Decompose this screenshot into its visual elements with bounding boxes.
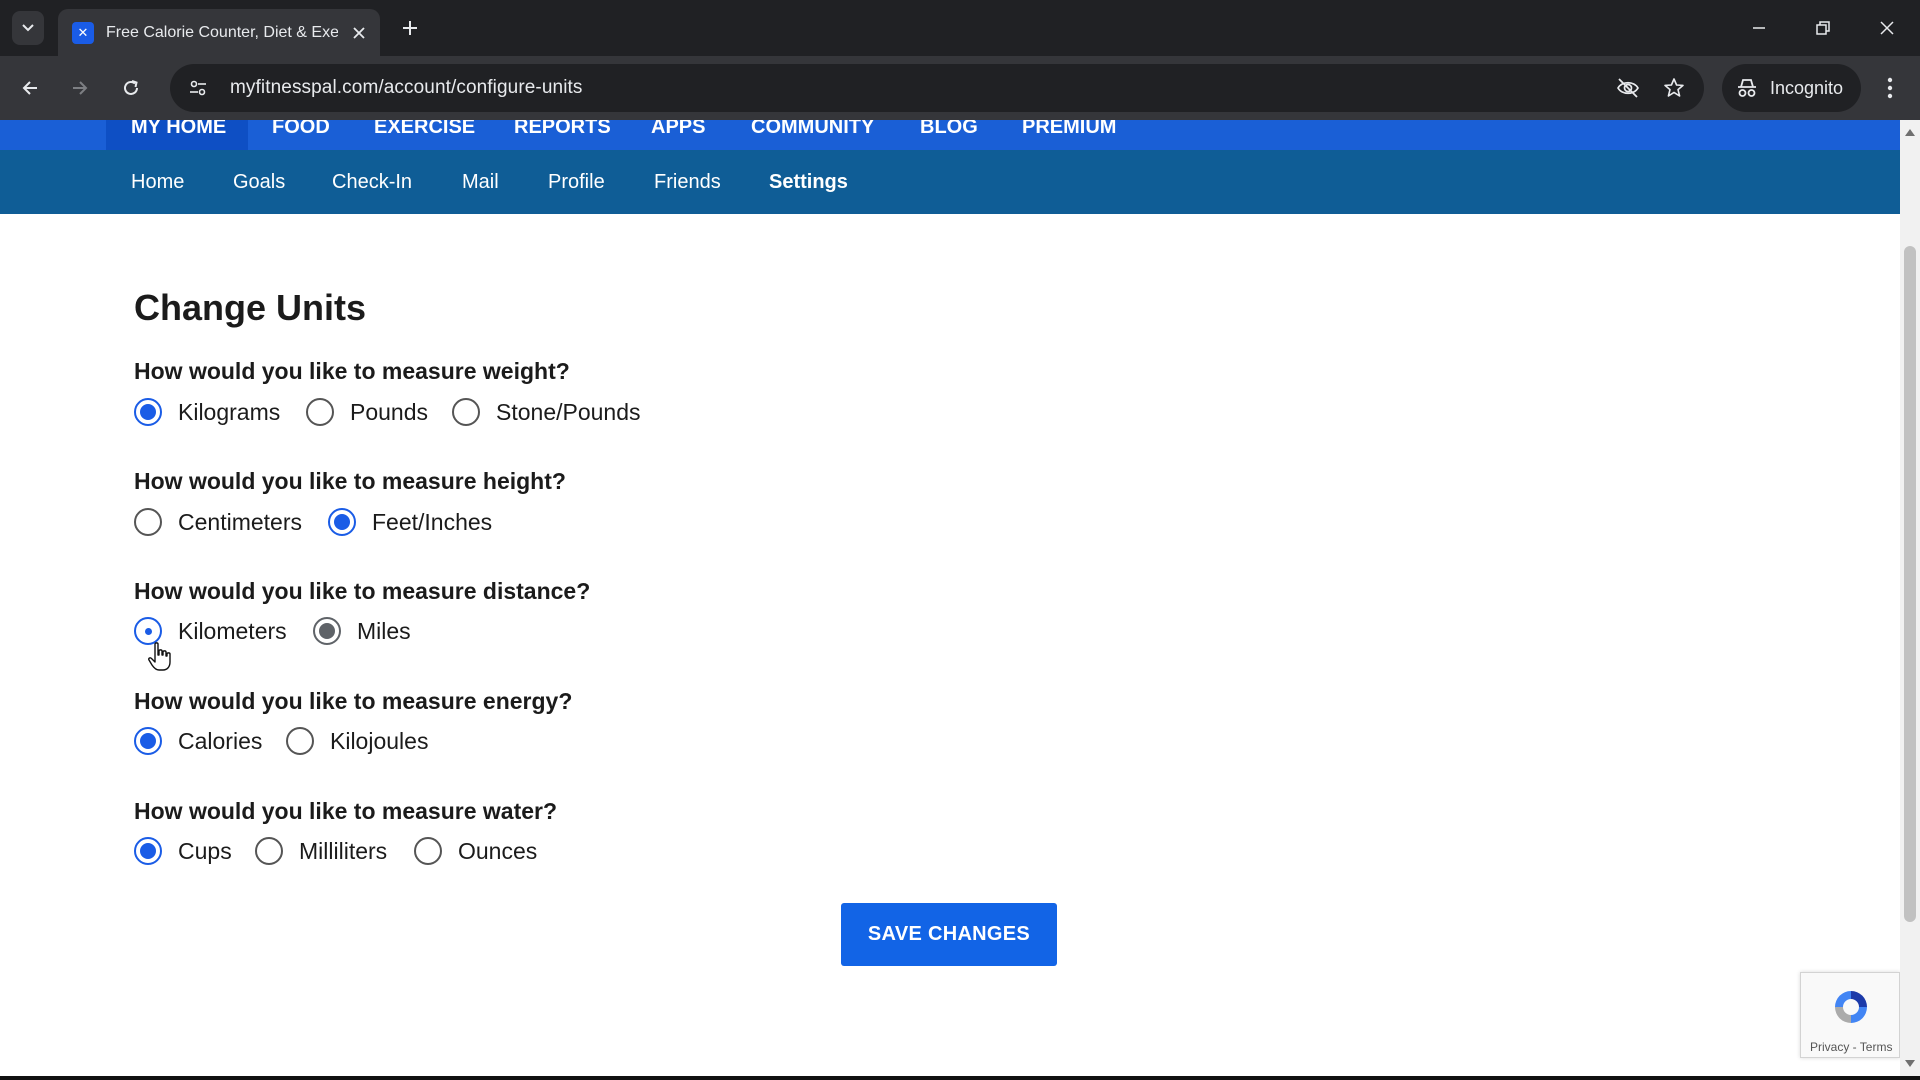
back-arrow-icon[interactable]	[12, 70, 48, 106]
option-label: Kilometers	[178, 617, 287, 644]
radio-kilometers[interactable]	[134, 617, 162, 645]
option-label: Kilojoules	[330, 727, 429, 754]
topnav-item-apps[interactable]: APPS	[651, 120, 705, 139]
height-option-feet-inches[interactable]: Feet/Inches	[328, 508, 492, 536]
subnav-item-settings[interactable]: Settings	[769, 171, 848, 194]
browser-toolbar: myfitnesspal.com/account/configure-units…	[0, 56, 1920, 120]
scrollbar-thumb[interactable]	[1904, 246, 1916, 922]
radio-kilojoules[interactable]	[286, 727, 314, 755]
weight-option-stone-pounds[interactable]: Stone/Pounds	[452, 398, 641, 426]
option-label: Calories	[178, 727, 263, 754]
topnav-item-blog[interactable]: BLOG	[920, 120, 978, 139]
topnav-item-food[interactable]: FOOD	[272, 120, 330, 139]
url-text: myfitnesspal.com/account/configure-units	[230, 77, 583, 98]
subnav-item-goals[interactable]: Goals	[233, 171, 285, 194]
tab-search-button[interactable]	[12, 11, 44, 45]
recaptcha-logo-icon	[1835, 991, 1867, 1023]
radio-feet-inches[interactable]	[328, 508, 356, 536]
browser-menu-icon[interactable]	[1872, 70, 1908, 106]
option-label: Pounds	[350, 398, 429, 425]
height-question: How would you like to measure height?	[134, 468, 566, 494]
weight-question: How would you like to measure weight?	[134, 358, 570, 384]
new-tab-plus-icon[interactable]	[396, 14, 424, 42]
energy-question: How would you like to measure energy?	[134, 688, 573, 714]
recaptcha-links[interactable]: Privacy - Terms	[1810, 1040, 1892, 1054]
site-settings-icon[interactable]	[180, 70, 216, 106]
incognito-indicator[interactable]: Incognito	[1722, 64, 1862, 112]
distance-question: How would you like to measure distance?	[134, 578, 591, 604]
radio-stone-pounds[interactable]	[452, 398, 480, 426]
weight-option-pounds[interactable]: Pounds	[306, 398, 428, 426]
sub-navigation: Home Goals Check-In Mail Profile Friends…	[0, 150, 1900, 214]
subnav-item-profile[interactable]: Profile	[548, 171, 605, 194]
radio-calories[interactable]	[134, 727, 162, 755]
scroll-down-arrow-icon[interactable]	[1904, 1058, 1916, 1070]
topnav-item-premium[interactable]: PREMIUM	[1022, 120, 1116, 139]
topnav-item-exercise[interactable]: EXERCISE	[374, 120, 475, 139]
distance-option-kilometers[interactable]: Kilometers	[134, 617, 287, 645]
water-question: How would you like to measure water?	[134, 798, 558, 824]
eye-off-icon[interactable]	[1610, 70, 1646, 106]
browser-tab[interactable]: ✕ Free Calorie Counter, Diet & Exercise	[58, 9, 380, 56]
radio-ounces[interactable]	[414, 837, 442, 865]
energy-option-calories[interactable]: Calories	[134, 727, 262, 755]
tab-close-icon[interactable]	[348, 22, 370, 44]
energy-option-kilojoules[interactable]: Kilojoules	[286, 727, 428, 755]
distance-option-miles[interactable]: Miles	[313, 617, 411, 645]
water-option-ounces[interactable]: Ounces	[414, 837, 537, 865]
hand-pointer-cursor-icon	[148, 642, 171, 671]
option-label: Centimeters	[178, 508, 302, 535]
address-bar[interactable]: myfitnesspal.com/account/configure-units	[170, 64, 1704, 112]
bookmark-star-icon[interactable]	[1656, 70, 1692, 106]
window-close-icon[interactable]	[1869, 10, 1905, 46]
restore-icon[interactable]	[1805, 10, 1841, 46]
main-navigation: MY HOME FOOD EXERCISE REPORTS APPS COMMU…	[0, 120, 1900, 150]
radio-milliliters[interactable]	[255, 837, 283, 865]
option-label: Cups	[178, 837, 232, 864]
topnav-item-community[interactable]: COMMUNITY	[751, 120, 874, 139]
chevron-down-icon	[22, 24, 34, 32]
incognito-icon	[1738, 79, 1756, 97]
radio-centimeters[interactable]	[134, 508, 162, 536]
subnav-item-friends[interactable]: Friends	[654, 171, 721, 194]
topnav-item-reports[interactable]: REPORTS	[514, 120, 611, 139]
water-option-milliliters[interactable]: Milliliters	[255, 837, 387, 865]
tab-title: Free Calorie Counter, Diet & Exercise	[106, 23, 338, 41]
option-label: Kilograms	[178, 398, 281, 425]
height-option-centimeters[interactable]: Centimeters	[134, 508, 302, 536]
forward-arrow-icon[interactable]	[62, 70, 98, 106]
recaptcha-badge[interactable]: Privacy - Terms	[1800, 972, 1900, 1058]
subnav-item-check-in[interactable]: Check-In	[332, 171, 412, 194]
water-option-cups[interactable]: Cups	[134, 837, 232, 865]
option-label: Stone/Pounds	[496, 398, 641, 425]
save-changes-button[interactable]: SAVE CHANGES	[841, 903, 1057, 966]
option-label: Ounces	[458, 837, 538, 864]
option-label: Milliliters	[299, 837, 388, 864]
subnav-item-mail[interactable]: Mail	[462, 171, 499, 194]
weight-option-kilograms[interactable]: Kilograms	[134, 398, 280, 426]
radio-kilograms[interactable]	[134, 398, 162, 426]
radio-miles[interactable]	[313, 617, 341, 645]
subnav-item-home[interactable]: Home	[131, 171, 184, 194]
minimize-icon[interactable]	[1741, 10, 1777, 46]
radio-pounds[interactable]	[306, 398, 334, 426]
incognito-label: Incognito	[1770, 77, 1844, 98]
radio-cups[interactable]	[134, 837, 162, 865]
option-label: Feet/Inches	[372, 508, 493, 535]
myfitnesspal-favicon-icon: ✕	[72, 21, 94, 44]
option-label: Miles	[357, 617, 411, 644]
browser-tabstrip: ✕ Free Calorie Counter, Diet & Exercise	[0, 0, 1920, 56]
page-title: Change Units	[134, 287, 367, 328]
scroll-up-arrow-icon[interactable]	[1904, 126, 1916, 138]
topnav-item-my-home[interactable]: MY HOME	[131, 120, 226, 139]
reload-icon[interactable]	[113, 70, 149, 106]
window-bottom-edge	[0, 1076, 1920, 1080]
